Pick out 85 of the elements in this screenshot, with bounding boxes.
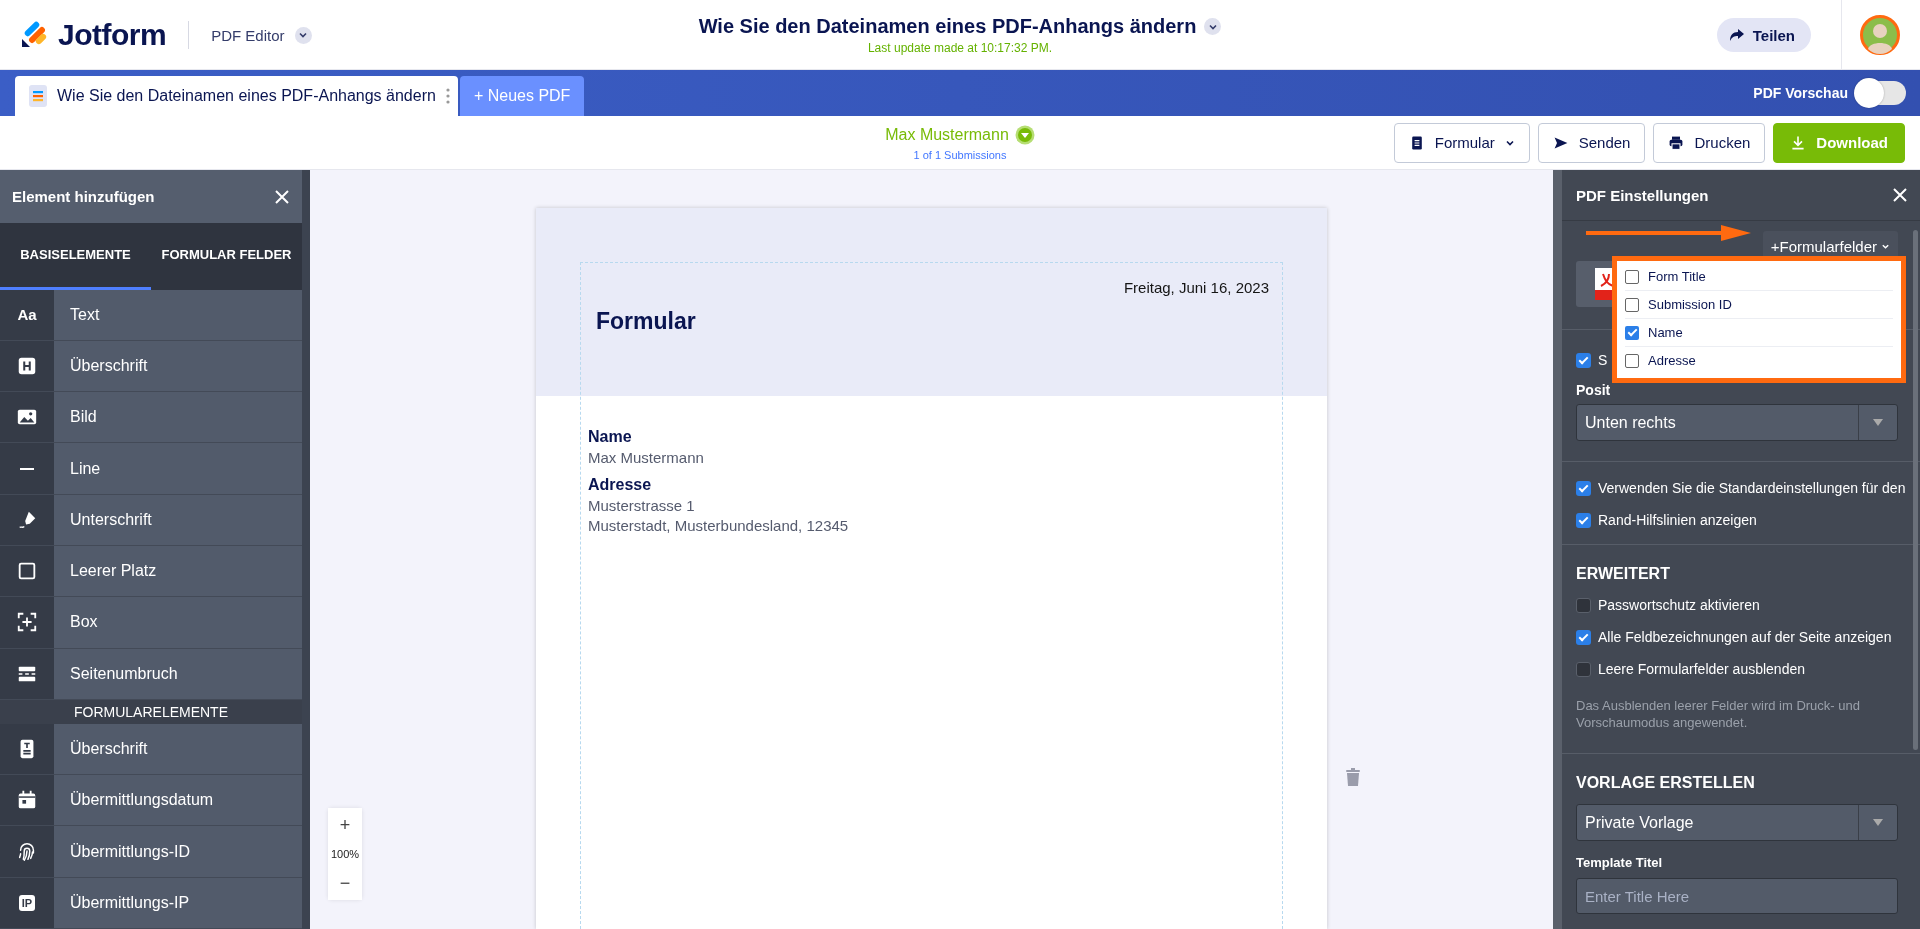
element-item[interactable]: Überschrift xyxy=(54,340,302,392)
close-icon[interactable] xyxy=(274,188,290,205)
position-label: Posit xyxy=(1576,382,1612,398)
brand-name: Jotform xyxy=(58,18,167,52)
download-icon xyxy=(1790,134,1807,151)
template-title-field[interactable]: Enter Title Here xyxy=(1576,878,1898,914)
section-heading: ERWEITERT xyxy=(1576,564,1671,584)
section-heading: VORLAGE ERSTELLEN xyxy=(1576,773,1756,793)
avatar[interactable] xyxy=(1860,15,1900,55)
date-text: Freitag, Juni 16, 2023 xyxy=(1123,279,1269,296)
checkbox[interactable] xyxy=(1576,629,1591,645)
close-icon[interactable] xyxy=(1892,187,1908,203)
field-value: Musterstadt, Musterbundesland, 12345 xyxy=(588,518,850,534)
menu-item[interactable]: Form Title xyxy=(1648,269,1706,284)
menu-item[interactable]: Name xyxy=(1648,325,1683,340)
checkbox[interactable] xyxy=(1625,297,1639,312)
zoom-out-button[interactable]: − xyxy=(328,866,362,900)
caret-icon[interactable] xyxy=(294,26,312,44)
toolbar-button[interactable]: Drucken xyxy=(1653,122,1766,163)
dropdown-arrow-icon xyxy=(1873,818,1883,827)
option-label: Leere Formularfelder ausblenden xyxy=(1598,661,1805,677)
field-value: Max Mustermann xyxy=(588,450,705,466)
zoom-in-button[interactable]: + xyxy=(328,808,362,842)
element-item[interactable]: Übermittlungs-IP xyxy=(54,877,302,928)
document-tab[interactable]: Wie Sie den Dateinamen eines PDF-Anhangs ändern xyxy=(15,76,458,116)
checkbox[interactable] xyxy=(1576,352,1591,368)
element-item[interactable]: Bild xyxy=(54,392,302,443)
preview-toggle[interactable] xyxy=(1854,78,1908,108)
option-label: Alle Feldbezeichnungen auf der Seite anzeigen xyxy=(1598,629,1892,645)
logo-icon xyxy=(20,21,48,49)
heading-icon xyxy=(16,355,38,377)
element-icon: Aa xyxy=(17,306,37,324)
element-item[interactable]: Unterschrift xyxy=(54,494,302,545)
template-title-label: Template Titel xyxy=(1576,855,1664,870)
more-icon[interactable] xyxy=(445,88,450,104)
product-name[interactable]: PDF Editor xyxy=(211,26,285,44)
element-item[interactable]: Überschrift xyxy=(54,723,302,775)
hint-text: Das Ausblenden leerer Felder wird im Druck- und Vorschaumodus angewendet. xyxy=(1576,697,1861,732)
dropdown-arrow-icon xyxy=(1873,418,1883,427)
element-item[interactable]: Line xyxy=(54,443,302,494)
section-heading: FORMULARELEMENTE xyxy=(0,699,302,724)
option-label: Rand-Hilfslinien anzeigen xyxy=(1598,512,1757,528)
submission-count: 1 of 1 Submissions xyxy=(912,148,1008,161)
box-icon xyxy=(16,611,38,634)
template-select[interactable]: Private Vorlage xyxy=(1576,804,1898,841)
element-icon: IP xyxy=(18,894,36,911)
checkbox[interactable] xyxy=(1625,269,1639,284)
document-title: Wie Sie den Dateinamen eines PDF-Anhangs ändern xyxy=(698,15,1197,38)
checkbox[interactable] xyxy=(1576,512,1591,528)
element-item[interactable]: Box xyxy=(54,597,302,648)
toolbar-button[interactable]: Senden xyxy=(1537,122,1646,163)
element-item[interactable]: Übermittlungsdatum xyxy=(54,775,302,826)
field-value: Musterstrasse 1 xyxy=(588,498,696,514)
option-label: S xyxy=(1598,352,1608,368)
toolbar-button[interactable]: Formular xyxy=(1393,122,1530,163)
checkbox[interactable] xyxy=(1625,325,1639,340)
last-update-text: Last update made at 10:17:32 PM. xyxy=(866,41,1054,55)
form-title: Formular xyxy=(596,308,696,335)
element-item[interactable]: Leerer Platz xyxy=(54,545,302,597)
field-label: Name xyxy=(588,428,633,446)
panel-title: PDF Einstellungen xyxy=(1576,186,1709,204)
document-icon xyxy=(29,85,47,107)
menu-item[interactable]: Adresse xyxy=(1648,353,1696,368)
element-item[interactable]: Übermittlungs-ID xyxy=(54,826,302,877)
checkbox[interactable] xyxy=(1576,661,1591,677)
submission-name: Max Mustermann xyxy=(885,125,1009,144)
zoom-level: 100% xyxy=(330,847,360,862)
share-icon xyxy=(1728,28,1745,42)
panel-tab[interactable]: FORMULAR FELDER xyxy=(151,223,302,290)
share-button[interactable]: Teilen xyxy=(1716,18,1811,52)
position-select[interactable]: Unten rechts xyxy=(1576,404,1898,441)
preview-label: PDF Vorschau xyxy=(1753,85,1848,101)
panel-title: Element hinzufügen xyxy=(12,188,155,206)
field-label: Adresse xyxy=(588,476,653,494)
element-item[interactable]: Seitenumbruch xyxy=(54,648,302,699)
element-item[interactable]: Text xyxy=(54,289,302,340)
line-icon xyxy=(20,467,34,470)
checkbox[interactable] xyxy=(1576,597,1591,613)
caret-icon[interactable] xyxy=(1204,18,1222,35)
option-label: Passwortschutz aktivieren xyxy=(1598,597,1760,613)
printer-icon xyxy=(1668,134,1685,151)
checkbox[interactable] xyxy=(1625,353,1639,368)
option-label: Verwenden Sie die Standardeinstellungen für den xyxy=(1598,480,1906,496)
checkbox[interactable] xyxy=(1576,480,1591,496)
menu-item[interactable]: Submission ID xyxy=(1648,297,1732,312)
